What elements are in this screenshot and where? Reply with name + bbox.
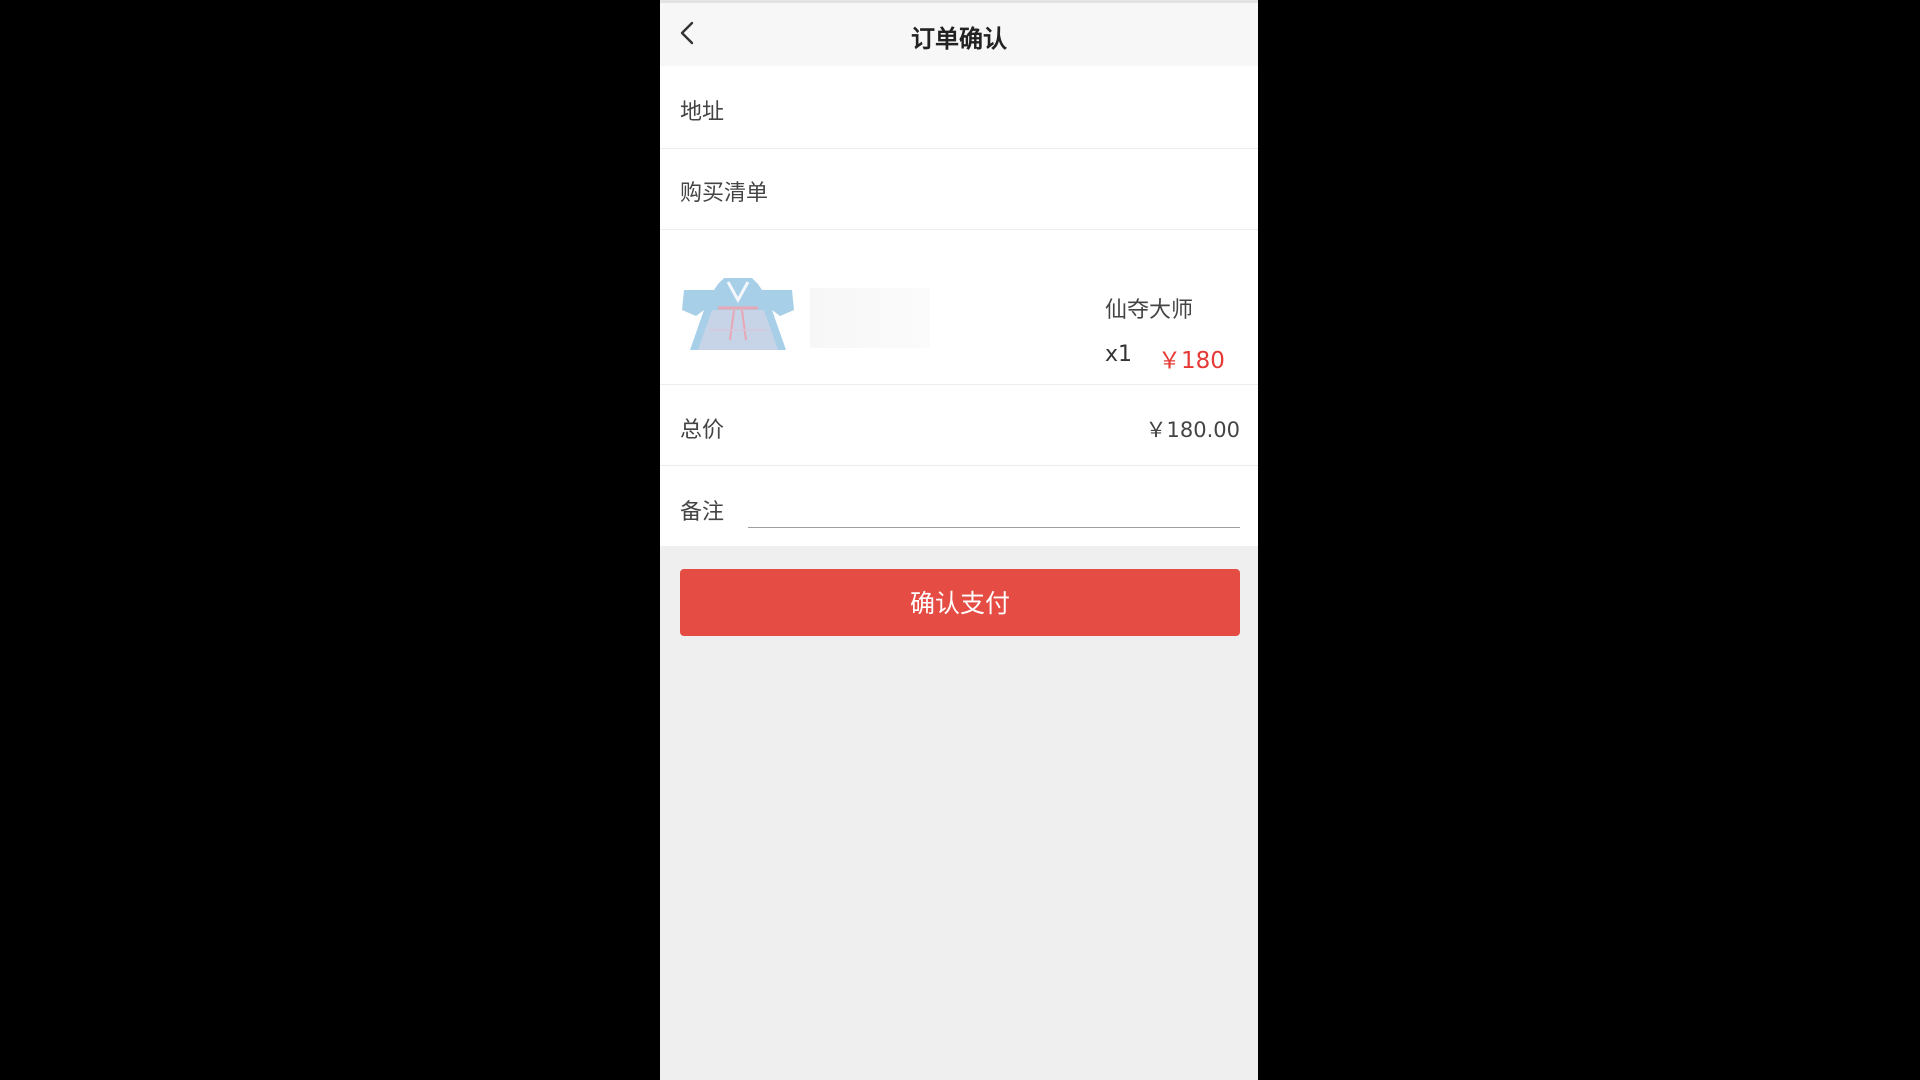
image-placeholder — [810, 288, 930, 348]
phone-screen: 订单确认 地址 购买清单 仙夺大师 x1 ￥180 总价 ￥180.00 备注 … — [660, 0, 1258, 1080]
note-input[interactable] — [748, 484, 1240, 528]
note-label: 备注 — [680, 500, 725, 525]
product-quantity: x1 — [1105, 342, 1133, 367]
note-row: 备注 — [660, 466, 1258, 546]
confirm-pay-button[interactable]: 确认支付 — [680, 569, 1240, 636]
total-label: 总价 — [680, 418, 725, 443]
nav-bar: 订单确认 — [660, 0, 1258, 66]
product-image — [682, 270, 794, 354]
address-row[interactable]: 地址 — [660, 66, 1258, 148]
list-item[interactable]: 仙夺大师 x1 ￥180 — [660, 230, 1258, 384]
address-label: 地址 — [680, 100, 725, 125]
total-price: ￥180.00 — [1145, 418, 1240, 442]
page-title: 订单确认 — [911, 25, 1007, 53]
purchase-list-label: 购买清单 — [680, 181, 769, 206]
product-name: 仙夺大师 — [1105, 298, 1194, 323]
total-row: 总价 ￥180.00 — [660, 385, 1258, 465]
product-price: ￥180 — [1158, 348, 1225, 374]
purchase-list-header: 购买清单 — [660, 149, 1258, 229]
